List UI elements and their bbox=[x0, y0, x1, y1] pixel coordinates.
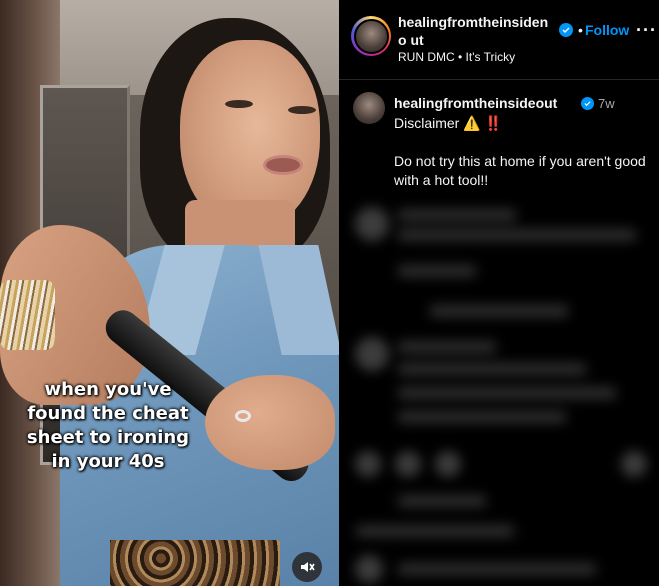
post-side-panel: healingfromtheinsideno ut • Follow ··· R… bbox=[339, 0, 659, 586]
audio-track-link[interactable]: RUN DMC • It's Tricky bbox=[398, 50, 515, 64]
post-header: healingfromtheinsideno ut • Follow ··· R… bbox=[339, 0, 659, 80]
speaker-muted-icon bbox=[301, 562, 315, 572]
blurred-comments bbox=[339, 195, 659, 586]
verified-badge-icon bbox=[581, 97, 594, 110]
header-separator: • bbox=[578, 22, 583, 38]
verified-badge-icon bbox=[559, 23, 573, 37]
author-avatar[interactable] bbox=[351, 16, 391, 56]
video-caption-overlay: when you've found the cheat sheet to iro… bbox=[26, 379, 190, 472]
caption-timestamp[interactable]: 7w bbox=[598, 96, 615, 111]
caption-author-avatar[interactable] bbox=[353, 92, 385, 124]
video-frame bbox=[0, 0, 339, 586]
more-options-icon[interactable]: ··· bbox=[636, 20, 657, 41]
reel-video[interactable]: when you've found the cheat sheet to iro… bbox=[0, 0, 339, 586]
follow-button[interactable]: Follow bbox=[585, 22, 629, 38]
caption-username[interactable]: healingfromtheinsideout bbox=[394, 95, 557, 111]
mute-button[interactable] bbox=[292, 552, 322, 582]
author-username[interactable]: healingfromtheinsideno ut bbox=[398, 13, 556, 49]
caption-text: Disclaimer ⚠️ ‼️ Do not try this at home… bbox=[394, 115, 646, 188]
